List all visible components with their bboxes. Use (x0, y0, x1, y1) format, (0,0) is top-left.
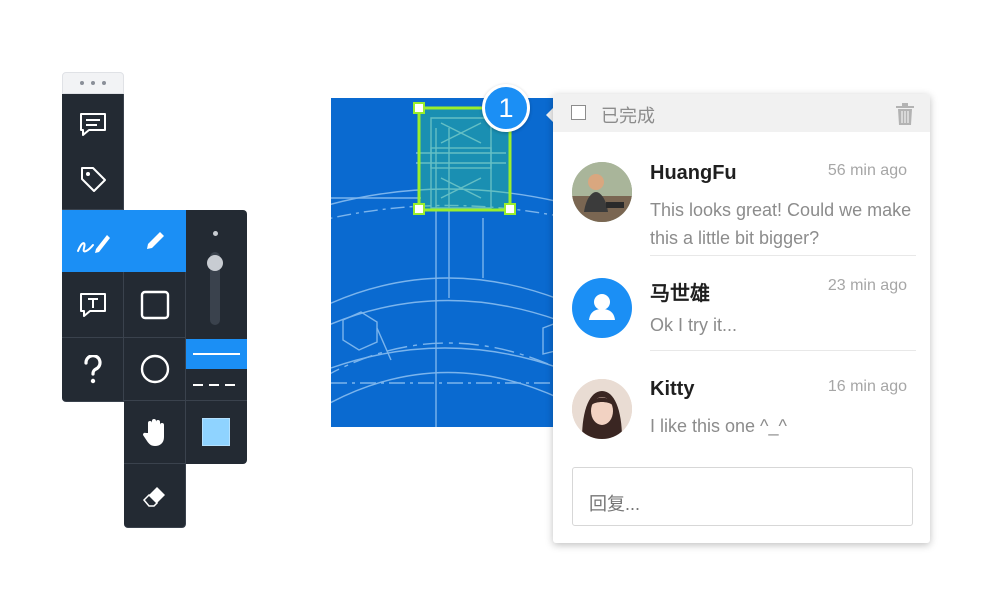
user-icon (589, 294, 615, 320)
handle-dot (91, 81, 95, 85)
comment-author: Kitty (650, 378, 695, 400)
avatar[interactable] (572, 162, 632, 222)
resize-handle[interactable] (504, 203, 516, 215)
stroke-size-slider-knob[interactable] (207, 255, 223, 271)
solid-line-icon (193, 353, 240, 355)
text-tool-button[interactable] (62, 272, 124, 338)
tag-icon (80, 166, 106, 192)
eraser-tool-button[interactable] (124, 464, 186, 528)
help-icon (83, 354, 102, 383)
comment-time: 23 min ago (827, 277, 907, 294)
eraser-icon (142, 486, 165, 507)
dashed-line-icon (192, 384, 241, 386)
pan-tool-button[interactable] (124, 401, 186, 464)
rectangle-tool-button[interactable] (124, 272, 186, 338)
rectangle-icon (140, 290, 169, 319)
comment-time: 16 min ago (827, 378, 907, 395)
trash-icon[interactable] (895, 103, 915, 125)
avatar[interactable] (572, 379, 632, 439)
handle-dot (80, 81, 84, 85)
hand-icon (142, 419, 164, 446)
circle-icon (140, 354, 169, 384)
circle-tool-button[interactable] (124, 338, 186, 401)
handle-dot (102, 81, 106, 85)
annotation-badge[interactable]: 1 (482, 84, 530, 132)
comment-author: 马世雄 (650, 283, 710, 305)
comment-author: HuangFu (650, 162, 737, 184)
reply-input[interactable] (572, 467, 913, 526)
comment-text: This looks great! Could we make this a l… (650, 200, 912, 248)
draw-tool-button[interactable] (62, 210, 124, 272)
color-picker-swatch[interactable] (202, 418, 230, 446)
comment-time: 56 min ago (827, 162, 907, 179)
divider (650, 255, 916, 256)
text-box-icon (79, 292, 106, 317)
comment-text: I like this one ^_^ (650, 416, 787, 436)
pencil-icon (146, 231, 164, 249)
comment-tool-button[interactable] (62, 94, 124, 156)
avatar-photo (572, 162, 632, 222)
comment-text: Ok I try it... (650, 315, 738, 335)
done-label[interactable]: 已完成 (601, 102, 655, 128)
done-checkbox[interactable] (571, 105, 586, 120)
help-button[interactable] (62, 338, 124, 402)
comment-icon (79, 112, 106, 136)
line-style-dashed-option[interactable] (186, 370, 247, 400)
pencil-tool-button[interactable] (124, 210, 186, 272)
divider (650, 350, 916, 351)
resize-handle[interactable] (413, 203, 425, 215)
divider (186, 400, 247, 401)
stroke-size-indicator (213, 231, 218, 236)
avatar-photo (572, 379, 632, 439)
line-style-solid-option[interactable] (186, 339, 247, 369)
toolbar-drag-handle[interactable] (62, 72, 124, 94)
resize-handle[interactable] (413, 102, 425, 114)
draw-icon (76, 234, 110, 253)
avatar[interactable] (572, 278, 632, 338)
tag-tool-button[interactable] (62, 148, 124, 210)
